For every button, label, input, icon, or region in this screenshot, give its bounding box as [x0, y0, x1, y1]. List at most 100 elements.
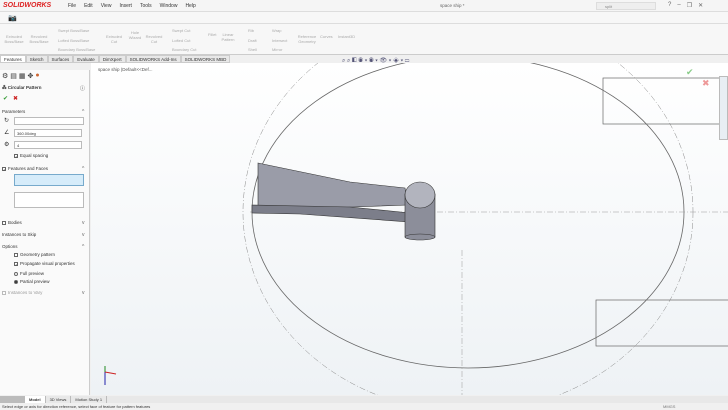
- extruded-boss-button[interactable]: Extruded Boss/Base: [2, 34, 26, 44]
- revolved-boss-button[interactable]: Revolved Boss/Base: [27, 34, 51, 44]
- instant3d-button[interactable]: Instant3D: [338, 34, 355, 39]
- tab-features[interactable]: Features: [0, 55, 26, 63]
- boundary-cut-button[interactable]: Boundary Cut: [172, 47, 196, 52]
- ok-button[interactable]: ✔: [3, 95, 8, 102]
- tab-evaluate[interactable]: Evaluate: [73, 55, 99, 63]
- window-controls: ? – ❐ ✕: [668, 2, 703, 9]
- view-toolbar-icons[interactable]: ⌕ ⌕ ◧ ◉ ▾ ◉ ▾ 👁 ▾ ◈ ▾ ▭: [342, 57, 409, 65]
- menu-help[interactable]: Help: [185, 3, 195, 9]
- revolved-cut-button[interactable]: Revolved Cut: [144, 34, 164, 44]
- tab-dimxpert[interactable]: DimXpert: [98, 55, 126, 63]
- help-icon[interactable]: ?: [668, 2, 671, 9]
- property-manager: ⚙ ▤ ▦ ✥ ● ⁂ Circular Pattern ⓘ ✔ ✖ Parameter…: [0, 70, 90, 395]
- menu-insert[interactable]: Insert: [119, 3, 132, 9]
- lofted-boss-button[interactable]: Lofted Boss/Base: [58, 38, 89, 43]
- configuration-manager-tab[interactable]: ▦: [19, 72, 26, 80]
- instances-to-vary-header[interactable]: Instances to Vary: [2, 290, 42, 295]
- menu-edit[interactable]: Edit: [84, 3, 93, 9]
- expand-icon[interactable]: v: [82, 232, 85, 238]
- draft-button[interactable]: Draft: [248, 38, 257, 43]
- tab-sketch[interactable]: Sketch: [25, 55, 48, 63]
- navigation-arrows[interactable]: [0, 396, 25, 403]
- menu-view[interactable]: View: [101, 3, 112, 9]
- menu-window[interactable]: Window: [160, 3, 178, 9]
- collapse-icon[interactable]: ^: [82, 109, 84, 115]
- restore-button[interactable]: ❐: [687, 2, 692, 9]
- triad-x: [104, 371, 117, 375]
- options-header[interactable]: Options: [2, 244, 18, 249]
- curves-button[interactable]: Curves: [320, 34, 333, 39]
- minimize-button[interactable]: –: [677, 2, 680, 9]
- pattern-axis-field[interactable]: [14, 117, 84, 125]
- boundary-boss-button[interactable]: Boundary Boss/Base: [58, 47, 95, 52]
- partial-preview-radio[interactable]: Partial preview: [14, 279, 50, 284]
- fillet-button[interactable]: Fillet: [208, 32, 216, 37]
- search-input[interactable]: split: [596, 2, 656, 10]
- pm-title: ⁂ Circular Pattern: [2, 85, 42, 90]
- axis-icon: ↻: [4, 118, 10, 124]
- tab-motion-study[interactable]: Motion Study 1: [71, 396, 108, 403]
- menu-tools[interactable]: Tools: [140, 3, 152, 9]
- dimxpert-tab[interactable]: ✥: [28, 72, 34, 80]
- property-manager-tab[interactable]: ▤: [10, 72, 17, 80]
- extruded-cut-button[interactable]: Extruded Cut: [104, 34, 124, 44]
- feature-tree-root[interactable]: space ship (Default<<Def...: [98, 67, 153, 72]
- rib-button[interactable]: Rib: [248, 28, 254, 33]
- task-pane-tabs[interactable]: [719, 76, 728, 140]
- reference-geometry-button[interactable]: Reference Geometry: [296, 34, 318, 44]
- close-button[interactable]: ✕: [698, 2, 703, 9]
- tab-3d-views[interactable]: 3D Views: [46, 396, 72, 403]
- wing-underside: [251, 204, 411, 223]
- collapse-icon[interactable]: ^: [82, 244, 84, 250]
- cancel-button[interactable]: ✖: [13, 95, 18, 102]
- tab-mbd[interactable]: SOLIDWORKS MBD: [180, 55, 231, 63]
- units-selector[interactable]: MMGS: [663, 404, 675, 409]
- bodies-header[interactable]: Bodies: [2, 220, 22, 225]
- command-manager: Extruded Boss/Base Revolved Boss/Base Sw…: [0, 24, 728, 55]
- cylinder-top: [404, 181, 436, 209]
- wing-body: [257, 162, 409, 213]
- model-view: [104, 11, 728, 410]
- construction-circle: [242, 11, 694, 410]
- features-to-pattern-list[interactable]: [14, 174, 84, 186]
- full-preview-radio[interactable]: Full preview: [14, 271, 44, 276]
- equal-spacing-checkbox[interactable]: ✓ Equal spacing: [14, 153, 48, 158]
- expand-icon[interactable]: v: [82, 220, 85, 226]
- angle-field[interactable]: 360.00deg: [14, 129, 82, 137]
- quick-access-toolbar: 📷: [0, 12, 728, 24]
- feature-manager-tab[interactable]: ⚙: [2, 72, 8, 80]
- display-manager-tab[interactable]: ●: [35, 72, 39, 80]
- graphics-area[interactable]: [91, 11, 728, 410]
- tab-addins[interactable]: SOLIDWORKS Add-Ins: [125, 55, 181, 63]
- propagate-visual-checkbox[interactable]: ✓ Propagate visual properties: [14, 261, 75, 266]
- linear-pattern-button[interactable]: Linear Pattern: [220, 32, 236, 42]
- sketch-rectangle-bottom: [595, 299, 728, 347]
- manager-tabs: ⚙ ▤ ▦ ✥ ●: [2, 72, 40, 80]
- parameters-header[interactable]: Parameters: [2, 109, 25, 114]
- instances-field[interactable]: 4: [14, 141, 82, 149]
- shell-button[interactable]: Shell: [248, 47, 257, 52]
- instances-to-skip-header[interactable]: Instances to Skip: [2, 232, 36, 237]
- expand-icon[interactable]: v: [82, 290, 85, 296]
- faces-to-pattern-list[interactable]: [14, 192, 84, 208]
- cancel-icon[interactable]: ✖: [702, 78, 710, 89]
- camera-icon[interactable]: 📷: [8, 14, 17, 22]
- solidworks-logo[interactable]: SOLIDWORKS: [3, 2, 51, 9]
- help-icon[interactable]: ⓘ: [80, 85, 85, 92]
- features-faces-header[interactable]: ✓ Features and Faces: [2, 166, 48, 171]
- tab-surfaces[interactable]: Surfaces: [47, 55, 74, 63]
- intersect-button[interactable]: Intersect: [272, 38, 287, 43]
- swept-boss-button[interactable]: Swept Boss/Base: [58, 28, 89, 33]
- menu-file[interactable]: File: [68, 3, 76, 9]
- collapse-icon[interactable]: ^: [82, 166, 84, 172]
- bottom-tabs: Model 3D Views Motion Study 1: [0, 396, 728, 403]
- hole-wizard-button[interactable]: Hole Wizard: [126, 30, 144, 40]
- wrap-button[interactable]: Wrap: [272, 28, 281, 33]
- angle-icon: ∠: [4, 130, 10, 136]
- tab-model[interactable]: Model: [25, 396, 46, 403]
- mirror-button[interactable]: Mirror: [272, 47, 282, 52]
- ok-icon[interactable]: ✔: [686, 67, 694, 78]
- swept-cut-button[interactable]: Swept Cut: [172, 28, 190, 33]
- geometry-pattern-checkbox[interactable]: Geometry pattern: [14, 252, 55, 257]
- lofted-cut-button[interactable]: Lofted Cut: [172, 38, 190, 43]
